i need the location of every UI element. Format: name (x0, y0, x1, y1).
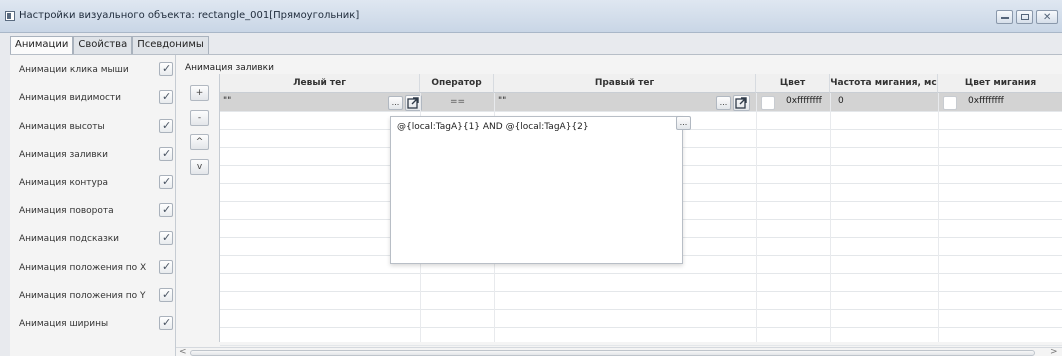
external-link-icon (735, 97, 747, 109)
animation-item-label: Анимация высоты (19, 122, 105, 132)
move-up-button[interactable]: ^ (190, 134, 209, 150)
tab-bar: Анимации Свойства Псевдонимы (10, 36, 209, 54)
expression-editor-popup[interactable]: @{local:TagA}{1} AND @{local:TagA}{2} (390, 116, 683, 264)
column-divider (938, 93, 939, 342)
table-row[interactable] (220, 274, 1062, 292)
title-bar: Настройки визуального объекта: rectangle… (0, 0, 1062, 33)
color-value[interactable]: 0xffffffff (786, 96, 822, 106)
left-tag-browse-button[interactable]: ... (388, 96, 403, 110)
table-row[interactable]: "" ... == "" ... 0xffffffff 0 0xffffffff (220, 93, 1062, 112)
animation-item-label: Анимация положения по X (19, 263, 147, 273)
tab-animations[interactable]: Анимации (10, 36, 74, 54)
scroll-left-arrow-icon[interactable]: < (179, 347, 187, 356)
column-header-color[interactable]: Цвет (756, 74, 830, 93)
animation-item-label: Анимация подсказки (19, 234, 120, 244)
add-row-button[interactable]: + (190, 85, 209, 101)
column-header-left-tag[interactable]: Левый тег (220, 74, 420, 93)
animation-item-fill[interactable]: Анимация заливки (19, 146, 174, 164)
animation-list: Анимации клика мыши Анимация видимости А… (10, 55, 176, 356)
maximize-button[interactable] (1016, 10, 1033, 24)
external-link-icon (407, 97, 419, 109)
tab-aliases[interactable]: Псевдонимы (132, 36, 209, 54)
column-divider (830, 93, 831, 342)
column-header-blink-rate[interactable]: Частота мигания, мс (830, 74, 938, 93)
left-tag-value[interactable]: "" (223, 96, 231, 106)
animation-item-label: Анимации клика мыши (19, 65, 129, 75)
maximize-icon (1021, 14, 1029, 20)
animation-item-outline[interactable]: Анимация контура (19, 174, 174, 192)
animation-checkbox[interactable] (159, 119, 173, 133)
blink-color-swatch[interactable] (943, 96, 957, 110)
animation-checkbox[interactable] (159, 231, 173, 245)
animation-item-label: Анимация ширины (19, 319, 109, 329)
remove-row-button[interactable]: - (190, 110, 209, 126)
animation-item-position-x[interactable]: Анимация положения по X (19, 259, 174, 277)
animation-item-label: Анимация поворота (19, 206, 114, 216)
table-row[interactable] (220, 292, 1062, 310)
animation-item-width[interactable]: Анимация ширины (19, 315, 174, 333)
animation-item-label: Анимация положения по Y (19, 291, 146, 301)
operator-value[interactable]: == (450, 97, 465, 107)
content-panel: Анимации клика мыши Анимация видимости А… (10, 54, 1062, 356)
animation-checkbox[interactable] (159, 203, 173, 217)
color-swatch[interactable] (761, 96, 775, 110)
close-button[interactable]: ✕ (1036, 10, 1058, 24)
column-divider (756, 93, 757, 342)
move-down-button[interactable]: v (190, 159, 209, 175)
right-tag-open-button[interactable] (733, 95, 750, 111)
horizontal-scrollbar[interactable]: < > (176, 347, 1062, 356)
scroll-right-arrow-icon[interactable]: > (1050, 347, 1058, 356)
column-header-right-tag[interactable]: Правый тег (494, 74, 756, 93)
animation-checkbox[interactable] (159, 90, 173, 104)
blink-rate-value[interactable]: 0 (838, 96, 844, 106)
scrollbar-thumb[interactable] (190, 350, 1035, 356)
right-tag-value[interactable]: "" (498, 96, 506, 106)
animation-item-tooltip[interactable]: Анимация подсказки (19, 230, 174, 248)
animation-item-visibility[interactable]: Анимация видимости (19, 89, 174, 107)
animation-checkbox[interactable] (159, 260, 173, 274)
animation-item-mouse-click[interactable]: Анимации клика мыши (19, 61, 174, 79)
right-tag-browse-button[interactable]: ... (716, 96, 731, 110)
expression-text[interactable]: @{local:TagA}{1} AND @{local:TagA}{2} (397, 122, 589, 132)
animation-checkbox[interactable] (159, 288, 173, 302)
column-header-operator[interactable]: Оператор (420, 74, 494, 93)
column-header-blink-color[interactable]: Цвет мигания (938, 74, 1062, 93)
animation-checkbox[interactable] (159, 62, 173, 76)
window-title: Настройки визуального объекта: rectangle… (19, 10, 360, 21)
animation-checkbox[interactable] (159, 147, 173, 161)
minimize-button[interactable] (996, 10, 1013, 24)
animation-item-position-y[interactable]: Анимация положения по Y (19, 287, 174, 305)
table-row[interactable] (220, 310, 1062, 328)
animation-item-label: Анимация контура (19, 178, 109, 188)
table-row[interactable] (220, 328, 1062, 346)
window-icon (5, 11, 15, 21)
tab-properties[interactable]: Свойства (73, 36, 133, 54)
animation-item-rotation[interactable]: Анимация поворота (19, 202, 174, 220)
animation-checkbox[interactable] (159, 316, 173, 330)
minimize-icon (1001, 17, 1009, 19)
close-icon: ✕ (1043, 12, 1052, 23)
animation-item-label: Анимация видимости (19, 93, 122, 103)
animation-item-label: Анимация заливки (19, 150, 108, 160)
popup-browse-button[interactable]: ... (676, 116, 691, 130)
section-title: Анимация заливки (185, 63, 274, 73)
animation-checkbox[interactable] (159, 175, 173, 189)
animation-item-height[interactable]: Анимация высоты (19, 118, 174, 136)
blink-color-value[interactable]: 0xffffffff (968, 96, 1004, 106)
